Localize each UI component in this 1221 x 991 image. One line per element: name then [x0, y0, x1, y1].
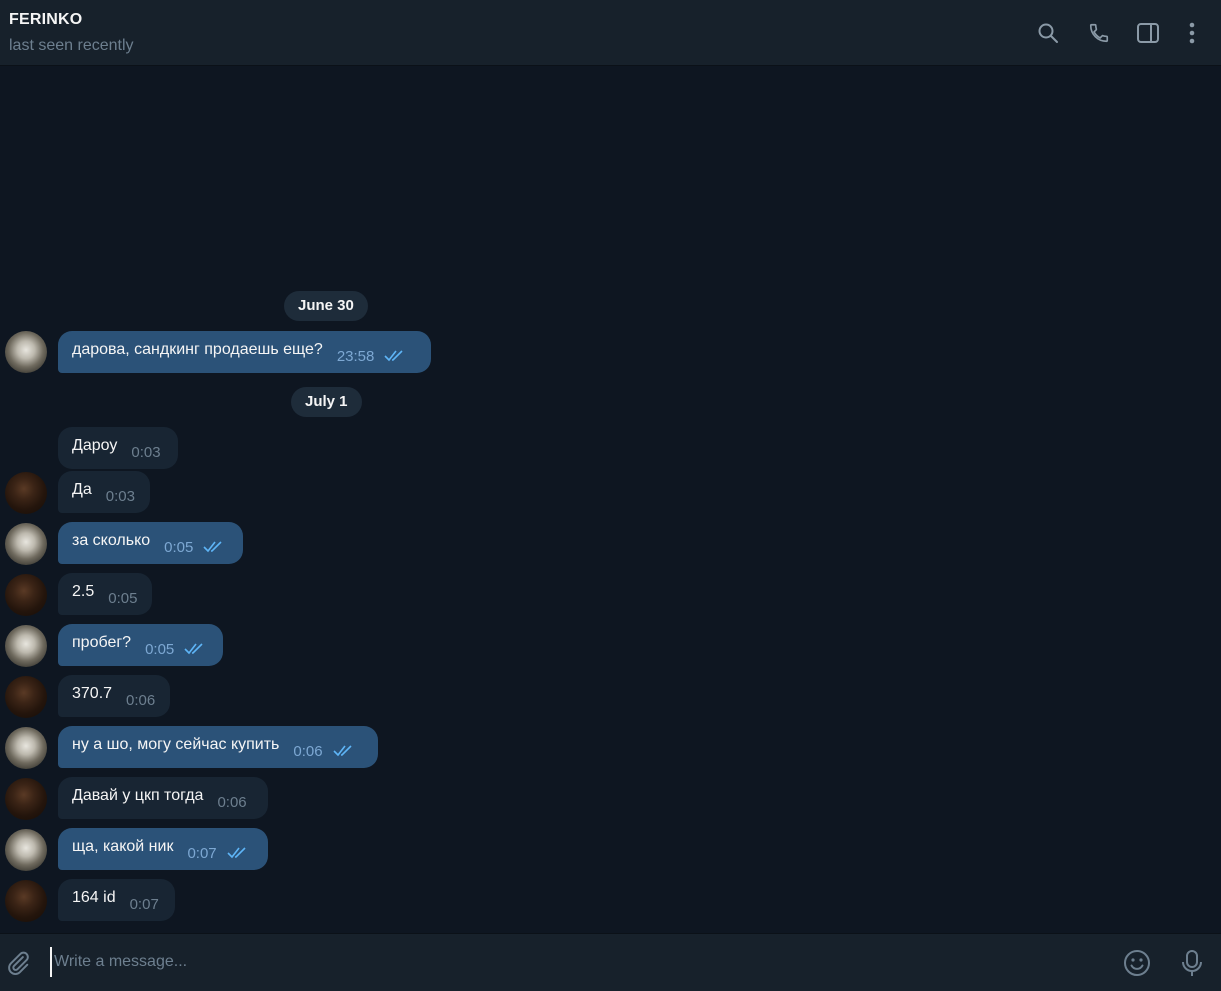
date-separator: July 1: [291, 387, 362, 417]
avatar[interactable]: [5, 676, 47, 718]
read-double-check-icon: [227, 847, 246, 859]
avatar[interactable]: [5, 778, 47, 820]
message-text: за сколько: [72, 532, 151, 549]
message-time: 23:58: [336, 347, 375, 365]
message-time: 0:06: [293, 742, 323, 760]
message-text: ну а шо, могу сейчас купить: [72, 736, 280, 753]
telegram-chat-window: FERINKO last seen recently June 30 даров…: [0, 0, 1221, 991]
message-text: 2.5: [72, 583, 95, 600]
message-bubble[interactable]: Дароу 0:03: [58, 427, 178, 469]
avatar[interactable]: [5, 727, 47, 769]
message-text: 370.7: [72, 685, 113, 702]
message-composer: [0, 933, 1221, 991]
read-double-check-icon: [384, 350, 403, 362]
message-bubble[interactable]: 370.7 0:06: [58, 675, 170, 717]
message-time: 0:07: [187, 844, 217, 862]
message-bubble[interactable]: 2.5 0:05: [58, 573, 152, 615]
message-time: 0:07: [129, 895, 159, 913]
avatar[interactable]: [5, 523, 47, 565]
read-double-check-icon: [333, 745, 352, 757]
message-text: ща, какой ник: [72, 838, 174, 855]
sidebar-toggle-icon[interactable]: [1135, 20, 1161, 46]
message-bubble[interactable]: дарова, сандкинг продаешь еще? 23:58: [58, 331, 431, 373]
emoji-icon[interactable]: [1122, 948, 1152, 978]
more-vertical-icon[interactable]: [1179, 20, 1205, 46]
date-separator: June 30: [284, 291, 368, 321]
message-bubble[interactable]: Да 0:03: [58, 471, 150, 513]
message-time: 0:06: [126, 691, 156, 709]
avatar[interactable]: [5, 331, 47, 373]
message-input[interactable]: [50, 947, 1104, 977]
microphone-icon[interactable]: [1177, 948, 1207, 978]
attach-paperclip-icon[interactable]: [3, 948, 33, 978]
message-bubble[interactable]: за сколько 0:05: [58, 522, 243, 564]
avatar[interactable]: [5, 625, 47, 667]
read-double-check-icon: [184, 643, 203, 655]
chat-header: FERINKO last seen recently: [0, 0, 1221, 66]
avatar[interactable]: [5, 574, 47, 616]
avatar[interactable]: [5, 880, 47, 922]
message-time: 0:03: [131, 443, 161, 461]
chat-title[interactable]: FERINKO: [9, 11, 82, 29]
avatar[interactable]: [5, 472, 47, 514]
read-double-check-icon: [203, 541, 222, 553]
message-bubble[interactable]: ща, какой ник 0:07: [58, 828, 268, 870]
message-text: Давай у цкп тогда: [72, 787, 204, 804]
message-text: дарова, сандкинг продаешь еще?: [72, 341, 323, 358]
chat-status: last seen recently: [9, 37, 134, 54]
message-text: 164 id: [72, 889, 116, 906]
message-bubble[interactable]: пробег? 0:05: [58, 624, 223, 666]
message-time: 0:05: [164, 538, 194, 556]
search-icon[interactable]: [1035, 20, 1061, 46]
message-text: Дароу: [72, 437, 118, 454]
phone-icon[interactable]: [1086, 20, 1112, 46]
message-time: 0:06: [217, 793, 247, 811]
message-time: 0:05: [145, 640, 175, 658]
message-text: пробег?: [72, 634, 132, 651]
message-bubble[interactable]: 164 id 0:07: [58, 879, 175, 921]
avatar[interactable]: [5, 829, 47, 871]
message-bubble[interactable]: Давай у цкп тогда 0:06: [58, 777, 268, 819]
message-text: Да: [72, 481, 92, 498]
message-bubble[interactable]: ну а шо, могу сейчас купить 0:06: [58, 726, 378, 768]
message-time: 0:05: [108, 589, 138, 607]
message-time: 0:03: [105, 487, 135, 505]
message-list[interactable]: June 30 дарова, сандкинг продаешь еще? 2…: [0, 66, 1221, 933]
